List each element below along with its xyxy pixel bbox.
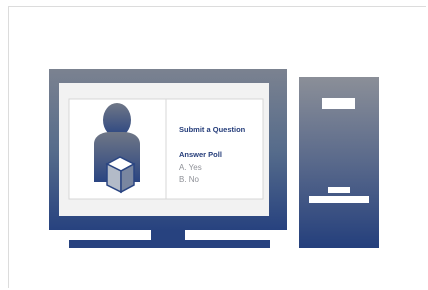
tower-button-slot <box>328 187 350 193</box>
monitor-neck <box>151 230 185 240</box>
person-head <box>103 103 131 137</box>
tower-drive-slot <box>322 98 355 109</box>
tower-floppy-slot <box>309 196 369 203</box>
poll-option-a: A. Yes <box>179 163 202 172</box>
answer-poll-label: Answer Poll <box>179 150 222 159</box>
computer-tower-icon <box>299 77 379 248</box>
monitor-base <box>69 240 270 248</box>
poll-option-b: B. No <box>179 175 200 184</box>
desktop-computer-icon <box>49 69 379 248</box>
submit-question-label: Submit a Question <box>179 125 246 134</box>
